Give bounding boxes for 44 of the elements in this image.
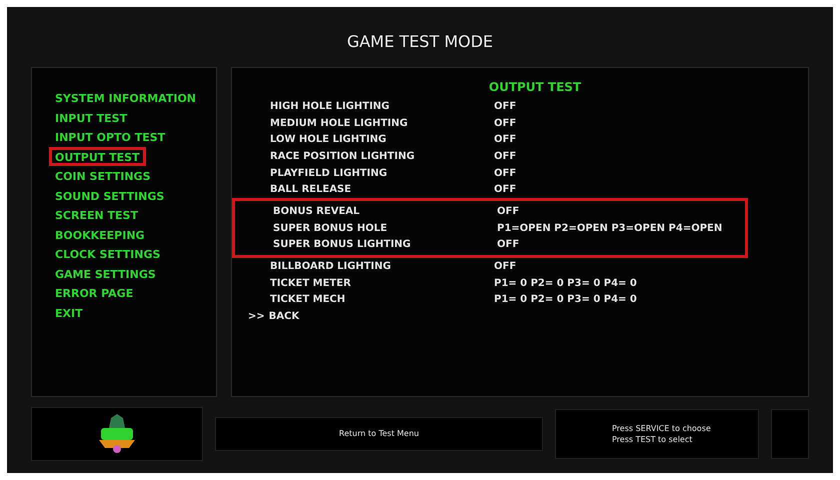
menu-item[interactable]: CLOCK SETTINGS xyxy=(49,244,166,264)
menu-item[interactable]: COIN SETTINGS xyxy=(49,166,156,186)
output-value: OFF xyxy=(497,238,520,252)
menu-item[interactable]: INPUT OPTO TEST xyxy=(49,127,172,146)
output-name: BALL RELEASE xyxy=(269,183,352,198)
output-name: BONUS REVEAL xyxy=(272,204,361,219)
back-link[interactable]: BACK xyxy=(268,309,300,324)
menu-item[interactable]: ERROR PAGE xyxy=(49,283,140,302)
output-value: OFF xyxy=(494,116,516,131)
output-name: SUPER BONUS HOLE xyxy=(272,222,388,236)
return-hint: Return to Test Menu xyxy=(339,428,419,440)
output-value: OFF xyxy=(494,260,516,274)
help-text: Press TEST to select xyxy=(611,434,692,445)
menu-item[interactable]: INPUT TEST xyxy=(49,108,134,127)
menu-item[interactable]: BOOKKEEPING xyxy=(49,224,151,244)
panel-title: OUTPUT TEST xyxy=(488,79,582,96)
output-value: OFF xyxy=(494,166,516,181)
output-name: HIGH HOLE LIGHTING xyxy=(269,100,390,114)
output-value: OFF xyxy=(494,100,516,114)
output-value: P1= 0 P2= 0 P3= 0 P4= 0 xyxy=(494,276,637,291)
menu-item[interactable]: SOUND SETTINGS xyxy=(49,186,170,205)
menu-item[interactable]: SCREEN TEST xyxy=(49,205,144,224)
output-name: RACE POSITION LIGHTING xyxy=(269,150,416,164)
output-name: SUPER BONUS LIGHTING xyxy=(272,238,412,252)
output-value: OFF xyxy=(494,133,516,148)
output-value: P1= 0 P2= 0 P3= 0 P4= 0 xyxy=(494,293,637,308)
output-value: P1=OPEN P2=OPEN P3=OPEN P4=OPEN xyxy=(497,222,722,236)
blank-panel xyxy=(771,409,809,459)
output-name: BILLBOARD LIGHTING xyxy=(269,260,392,274)
output-value: OFF xyxy=(494,183,516,198)
menu-item[interactable]: SYSTEM INFORMATION xyxy=(49,88,202,108)
output-name: TICKET METER xyxy=(269,276,352,291)
menu-item[interactable]: GAME SETTINGS xyxy=(49,264,162,283)
help-text: Press SERVICE to choose xyxy=(611,423,711,434)
arrow-glyph: >> xyxy=(248,310,265,324)
output-value: OFF xyxy=(497,204,520,219)
menu-item[interactable]: OUTPUT TEST xyxy=(49,146,146,166)
window-title: GAME TEST MODE xyxy=(346,31,494,53)
output-name: MEDIUM HOLE LIGHTING xyxy=(269,116,409,131)
output-name: TICKET MECH xyxy=(269,293,346,308)
output-value: OFF xyxy=(494,150,516,164)
menu-item[interactable]: EXIT xyxy=(49,302,89,322)
output-name: PLAYFIELD LIGHTING xyxy=(269,166,388,181)
output-name: LOW HOLE LIGHTING xyxy=(269,133,388,148)
